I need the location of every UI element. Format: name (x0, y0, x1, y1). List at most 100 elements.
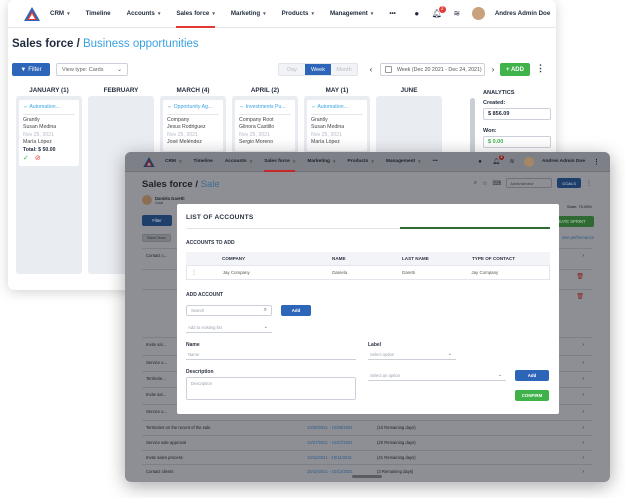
chevron-right-icon[interactable]: › (582, 253, 584, 259)
col-name: NAME (332, 256, 346, 261)
chevron-right-icon[interactable]: › (582, 376, 584, 382)
nav-item-marketing[interactable]: Marketing ▾ (307, 152, 335, 172)
accounts-to-add-heading: ACCOUNTS TO ADD (186, 240, 235, 246)
bell-icon[interactable]: 🔔︎ 2 (492, 154, 504, 166)
nav-item-marketing[interactable]: Marketing ▾ (231, 0, 266, 28)
nav-item-sales-force[interactable]: Sales force ▾ (264, 152, 296, 172)
card-tag[interactable]: ⇔ Opportunity Ag... (167, 104, 219, 115)
keyboard-icon[interactable]: ⌨ (493, 180, 502, 187)
trash-icon[interactable]: 🗑 (576, 273, 584, 280)
app-logo-icon[interactable] (24, 6, 40, 21)
page-title-main: Sales force / (12, 38, 83, 50)
opportunity-card[interactable]: ⇔ Automation... Grantly Susan Medina Nov 25… (19, 100, 79, 167)
chevron-right-icon[interactable]: › (582, 392, 584, 398)
bell-icon[interactable]: 🔔︎ 2 (432, 5, 446, 19)
nav-item-timeline[interactable]: Timeline (86, 0, 111, 28)
label-select[interactable]: Select option ⌄ (368, 349, 456, 360)
horizontal-scrollbar[interactable] (352, 475, 382, 478)
drag-handle-icon[interactable]: ⋮ (187, 269, 201, 276)
nav-item-label: Products (347, 159, 369, 164)
table-row[interactable]: Service sale approval 10/27/2021 - 10/27/… (142, 435, 592, 449)
help-icon[interactable]: ● (476, 158, 484, 166)
card-tag[interactable]: ⇔ Automation... (311, 104, 363, 115)
nav-item-sales-force[interactable]: Sales force ▾ (176, 0, 215, 28)
card-contact: Jesus Rodriguez (167, 124, 206, 131)
nav-item-timeline[interactable]: Timeline (193, 152, 212, 172)
avatar[interactable] (524, 156, 534, 167)
next-week-icon[interactable]: › (488, 63, 498, 76)
team-chip[interactable]: Sales Team (142, 234, 171, 242)
chevron-right-icon[interactable]: › (582, 469, 584, 475)
period-week-button[interactable]: Week (305, 64, 331, 75)
chevron-right-icon[interactable]: › (582, 342, 584, 348)
opportunity-card[interactable]: ⇔ Automation... Grantly Susan Medina Nov 25… (307, 100, 367, 151)
cancel-icon[interactable]: ⊘ (35, 155, 41, 163)
view-type-select[interactable]: View type: Cards ⌄ (56, 63, 128, 76)
more-menu-icon[interactable]: ⋮ (593, 158, 600, 166)
nav-item-crm[interactable]: CRM ▾ (50, 0, 70, 28)
confirm-button[interactable]: CONFIRM (515, 390, 549, 401)
user-name[interactable]: Andres Admin Doe (542, 159, 585, 164)
goals-button[interactable]: GOALS (557, 178, 581, 188)
wifi-icon[interactable]: ≋ (508, 158, 516, 166)
search-input[interactable]: Search ⌕ (186, 305, 272, 316)
filter-button[interactable]: Filter (142, 215, 172, 226)
table-row[interactable]: ⋮ Jay Company Daniela Garetti Jay Compan… (186, 265, 550, 280)
caret-down-icon: ▾ (157, 10, 161, 17)
nav-item-accounts[interactable]: Accounts ▾ (225, 152, 252, 172)
toolbar-more-icon[interactable]: ⋮ (536, 63, 545, 74)
avatar[interactable] (471, 7, 485, 20)
nav-item-more[interactable]: ••• (433, 152, 438, 172)
app-logo-icon[interactable] (143, 156, 155, 167)
nav-item-label: ••• (389, 10, 396, 17)
name-input[interactable]: Name (186, 349, 356, 360)
table-row[interactable]: Invite sales process 10/11/2021 - 10/11/2… (142, 450, 592, 464)
card-tag[interactable]: ⇔ Investments Pu... (239, 104, 291, 115)
nav-item-crm[interactable]: CRM ▾ (165, 152, 181, 172)
nav-item-management[interactable]: Management ▾ (386, 152, 421, 172)
page-title-sub[interactable]: Business opportunities (83, 38, 199, 50)
add-button[interactable]: + ADD (500, 63, 530, 76)
user-name[interactable]: Andres Admin Doe (495, 10, 550, 17)
help-icon[interactable]: ● (412, 9, 422, 19)
add-search-button[interactable]: Add (281, 305, 311, 316)
opportunity-card[interactable]: ⇔ Investments Pu... Company Root Glinora C… (235, 100, 295, 151)
chevron-right-icon[interactable]: › (582, 440, 584, 446)
more-menu-icon[interactable]: ⋮ (586, 180, 592, 187)
add-option-button[interactable]: Add (515, 370, 549, 381)
wifi-icon[interactable]: ≋ (452, 9, 462, 19)
card-tag[interactable]: ⇔ Automation... (23, 104, 75, 115)
chevron-right-icon[interactable]: › (582, 455, 584, 461)
nav-item-label: Timeline (193, 159, 213, 164)
nav-item-management[interactable]: Management ▾ (330, 0, 373, 28)
option-select[interactable]: Select an option ⌄ (368, 370, 506, 381)
opportunity-card[interactable]: ⇔ Opportunity Ag... Company Jesus Rodrigue… (163, 100, 223, 151)
nav-item-accounts[interactable]: Accounts ▾ (127, 0, 161, 28)
trash-icon[interactable]: 🗑 (576, 293, 584, 300)
existing-list-select[interactable]: Add to existing list ⌄ (186, 322, 272, 333)
description-textarea[interactable]: Description (186, 377, 356, 400)
period-day-button[interactable]: Day (279, 64, 305, 75)
week-range-picker[interactable]: Week (Dec 20 2021 - Dec 24, 2021) (380, 63, 485, 76)
column-header: FEBRUARY (103, 87, 139, 94)
chevron-right-icon[interactable]: › (582, 409, 584, 415)
chevron-right-icon[interactable]: › (582, 425, 584, 431)
board-scrollbar[interactable] (470, 98, 475, 158)
nav-item-products[interactable]: Products ▾ (282, 0, 314, 28)
role-select[interactable]: Administrator (506, 178, 553, 188)
search-icon[interactable]: ⌕ (474, 180, 477, 187)
nav-item-more[interactable]: ••• (389, 0, 396, 28)
page-title-sub[interactable]: Sale (201, 179, 220, 190)
chevron-right-icon[interactable]: › (582, 360, 584, 366)
description-placeholder: Description (191, 381, 212, 386)
add-account-heading: ADD ACCOUNT (186, 292, 224, 298)
check-icon[interactable]: ✓ (23, 155, 29, 163)
star-icon[interactable]: ☆ (482, 180, 487, 187)
filter-button[interactable]: ▼ Filter (12, 63, 50, 76)
prev-week-icon[interactable]: ‹ (366, 63, 376, 76)
nav-item-products[interactable]: Products ▾ (348, 152, 374, 172)
period-month-button[interactable]: Month (331, 64, 357, 75)
card-contact: Glinora Castillo (239, 124, 275, 131)
table-row[interactable]: Territories on the recent of the sale 10/… (142, 420, 592, 434)
see-performance-link[interactable]: See performance (562, 235, 594, 240)
